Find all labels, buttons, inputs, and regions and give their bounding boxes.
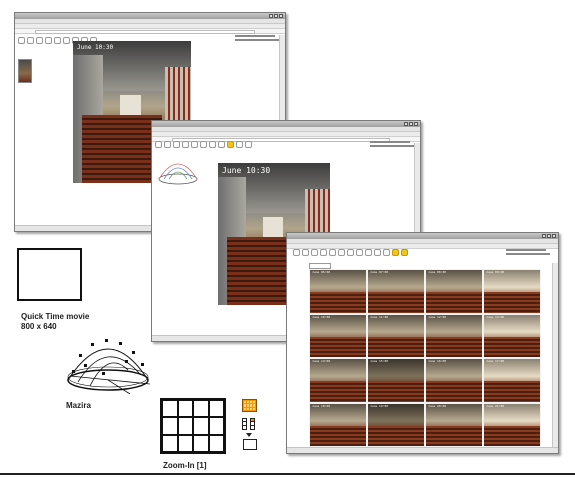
tool-icon[interactable] bbox=[209, 141, 216, 148]
window-2-toolbar[interactable] bbox=[155, 141, 252, 148]
sun-path-dome-icon[interactable] bbox=[155, 151, 201, 187]
arrow-down-icon bbox=[246, 433, 252, 437]
tool-icon[interactable] bbox=[245, 141, 252, 148]
grid-cell[interactable]: June 16:00 bbox=[425, 358, 483, 403]
window-3-statusbar bbox=[287, 447, 558, 453]
window-2-titlebar[interactable] bbox=[152, 121, 420, 127]
tool-icon[interactable] bbox=[182, 141, 189, 148]
tool-icon[interactable] bbox=[374, 249, 381, 256]
sun-path-dome-diagram bbox=[67, 339, 151, 394]
mazira-label: Mazira bbox=[66, 401, 91, 410]
grid-view-icon bbox=[242, 399, 257, 412]
grid-cell[interactable]: June 15:00 bbox=[367, 358, 425, 403]
grid-cell[interactable]: June 09:00 bbox=[483, 269, 541, 314]
window-3-header-text bbox=[506, 247, 550, 257]
grid-cell-label: June 09:00 bbox=[486, 270, 505, 274]
grid-cell[interactable]: June 18:00 bbox=[309, 402, 367, 447]
window-2-controls[interactable] bbox=[404, 122, 418, 126]
grid-cell[interactable]: June 17:00 bbox=[483, 358, 541, 403]
tool-icon[interactable] bbox=[36, 37, 43, 44]
tool-icon[interactable] bbox=[164, 141, 171, 148]
grid-cell[interactable]: June 06:00 bbox=[309, 269, 367, 314]
tool-icon[interactable] bbox=[383, 249, 390, 256]
grid-cell[interactable]: June 12:00 bbox=[425, 313, 483, 358]
grid-cell-label: June 12:00 bbox=[428, 314, 447, 319]
tool-icon[interactable] bbox=[173, 141, 180, 148]
grid-cell[interactable]: June 19:00 bbox=[367, 402, 425, 447]
grid-cell-label: June 10:00 bbox=[312, 314, 331, 319]
grid-cell-label: June 13:00 bbox=[486, 314, 505, 319]
zoom-frame-icon bbox=[243, 439, 257, 450]
grid-cell[interactable]: June 08:00 bbox=[425, 269, 483, 314]
window-3-titlebar[interactable] bbox=[287, 233, 558, 239]
tool-icon[interactable] bbox=[329, 249, 336, 256]
window-1-titlebar[interactable] bbox=[15, 13, 285, 19]
browser-window-3: June 06:00 June 07:00 June 08:00 June 09… bbox=[286, 232, 559, 454]
bottom-rule bbox=[0, 473, 575, 475]
window-3-scrollbar[interactable] bbox=[552, 263, 558, 448]
quicktime-label-line2: 800 x 640 bbox=[21, 322, 57, 331]
grid-cell-label: June 07:00 bbox=[370, 270, 389, 274]
grid-cell[interactable]: June 21:00 bbox=[483, 402, 541, 447]
window-2-header-text bbox=[370, 139, 414, 149]
zoom-icon[interactable] bbox=[401, 249, 408, 256]
tool-icon[interactable] bbox=[293, 249, 300, 256]
grid-cell[interactable]: June 20:00 bbox=[425, 402, 483, 447]
grid-cell-label: June 17:00 bbox=[486, 359, 505, 363]
scene-thumbnail[interactable] bbox=[18, 59, 32, 83]
tool-icon[interactable] bbox=[63, 37, 70, 44]
grid-cell-label: June 18:00 bbox=[312, 403, 331, 408]
zoom-steps-icon bbox=[241, 418, 257, 432]
zoom-grid-diagram bbox=[160, 398, 226, 454]
tool-icon[interactable] bbox=[347, 249, 354, 256]
tool-icon[interactable] bbox=[236, 141, 243, 148]
tool-icon[interactable] bbox=[311, 249, 318, 256]
grid-cell[interactable]: June 11:00 bbox=[367, 313, 425, 358]
grid-cell[interactable]: June 13:00 bbox=[483, 313, 541, 358]
render-grid: June 06:00 June 07:00 June 08:00 June 09… bbox=[309, 269, 541, 447]
grid-view-icon[interactable] bbox=[392, 249, 399, 256]
window-1-header-text bbox=[235, 33, 279, 43]
tool-icon[interactable] bbox=[155, 141, 162, 148]
grid-cell-label: June 21:00 bbox=[486, 403, 505, 408]
tool-icon[interactable] bbox=[338, 249, 345, 256]
quicktime-frame-outline bbox=[17, 248, 82, 301]
grid-cell-label: June 15:00 bbox=[370, 359, 389, 363]
tool-icon[interactable] bbox=[320, 249, 327, 256]
grid-cell[interactable]: June 10:00 bbox=[309, 313, 367, 358]
window-3-toolbar[interactable] bbox=[293, 249, 408, 256]
tool-icon[interactable] bbox=[302, 249, 309, 256]
tool-icon[interactable] bbox=[54, 37, 61, 44]
grid-cell[interactable]: June 14:00 bbox=[309, 358, 367, 403]
grid-cell-label: June 20:00 bbox=[428, 403, 447, 408]
tool-icon[interactable] bbox=[365, 249, 372, 256]
grid-cell[interactable]: June 07:00 bbox=[367, 269, 425, 314]
tool-icon[interactable] bbox=[200, 141, 207, 148]
window-1-controls[interactable] bbox=[269, 14, 283, 18]
window-3-controls[interactable] bbox=[542, 234, 556, 238]
zoom-label: Zoom-In [1] bbox=[163, 461, 207, 470]
quicktime-label: Quick Time movie 800 x 640 bbox=[21, 312, 89, 332]
grid-cell-label: June 14:00 bbox=[312, 359, 331, 363]
grid-cell-label: June 08:00 bbox=[428, 270, 447, 274]
tool-icon[interactable] bbox=[27, 37, 34, 44]
grid-cell-label: June 16:00 bbox=[428, 359, 447, 363]
tool-icon[interactable] bbox=[356, 249, 363, 256]
grid-cell-label: June 19:00 bbox=[370, 403, 389, 408]
time-stamp: June 10:30 bbox=[77, 44, 114, 51]
tool-icon[interactable] bbox=[45, 37, 52, 44]
grid-cell-label: June 06:00 bbox=[312, 270, 331, 274]
sun-icon[interactable] bbox=[227, 141, 234, 148]
tool-icon[interactable] bbox=[191, 141, 198, 148]
grid-cell-label: June 11:00 bbox=[370, 314, 389, 319]
time-stamp: June 10:30 bbox=[222, 166, 271, 175]
quicktime-label-line1: Quick Time movie bbox=[21, 312, 90, 321]
tool-icon[interactable] bbox=[218, 141, 225, 148]
tool-icon[interactable] bbox=[18, 37, 25, 44]
